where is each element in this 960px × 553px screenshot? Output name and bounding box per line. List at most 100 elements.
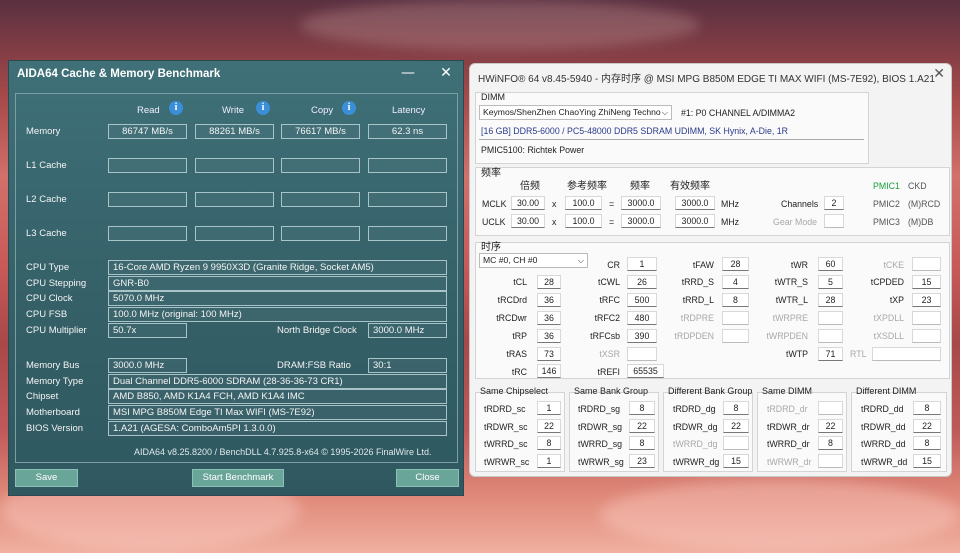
frequency-group-title: 频率 <box>481 168 501 179</box>
timing-trefi: 65535 <box>627 364 664 378</box>
dd-label: tRDWR_dd <box>861 422 906 432</box>
timing-tcke <box>912 257 941 271</box>
timing-trfcsb: 390 <box>627 329 657 343</box>
timing-label: tRP <box>512 331 527 341</box>
vendor-select[interactable]: Keymos/ShenZhen ChaoYing ZhiNeng Techno ⌵ <box>479 105 672 120</box>
timing-label: tWRPDEN <box>766 331 808 341</box>
save-button[interactable]: Save <box>15 469 78 487</box>
timing-tfaw: 28 <box>722 257 749 271</box>
minimize-button[interactable]: — <box>395 63 421 83</box>
info-icon[interactable]: i <box>342 101 356 115</box>
header-eff: 有效频率 <box>670 181 710 192</box>
dd-value: 22 <box>913 419 941 433</box>
same-chipselect-title: Same Chipselect <box>480 386 549 396</box>
start-benchmark-button[interactable]: Start Benchmark <box>192 469 284 487</box>
hwinfo-window: HWiNFO® 64 v8.45-5940 - 内存时序 @ MSI MPG B… <box>469 63 952 477</box>
timing-txsr <box>627 347 657 361</box>
same-dimm-title: Same DIMM <box>762 386 813 396</box>
motherboard-value: MSI MPG B850M Edge TI Max WIFI (MS-7E92) <box>108 405 447 420</box>
sd-label: tRDWR_dr <box>767 422 810 432</box>
sg-label: tRDWR_sg <box>578 422 622 432</box>
timing-tcpded: 15 <box>912 275 941 289</box>
close-button[interactable]: Close <box>396 469 459 487</box>
uclk-mult: 30.00 <box>511 214 545 228</box>
dd-label: tWRRD_dd <box>861 439 906 449</box>
dg-label: tRDWR_dg <box>673 422 718 432</box>
l1-copy-value <box>281 158 360 173</box>
memory-write-value: 88261 MB/s <box>195 124 274 139</box>
dram-fsb-label: DRAM:FSB Ratio <box>277 360 351 371</box>
timing-twr: 60 <box>818 257 843 271</box>
timing-label: tWTR_L <box>775 295 808 305</box>
timing-twtr-l: 28 <box>818 293 843 307</box>
mclk-x: x <box>552 199 557 209</box>
pmic3-value: (M)DB <box>908 217 934 227</box>
timing-label: tRC <box>511 367 527 377</box>
l2-latency-value <box>368 192 447 207</box>
timing-label: tXP <box>889 295 904 305</box>
uclk-eff: 3000.0 <box>675 214 715 228</box>
timing-label: tXPDLL <box>873 313 904 323</box>
l3-write-value <box>195 226 274 241</box>
bios-value: 1.A21 (AGESA: ComboAm5PI 1.3.0.0) <box>108 421 447 436</box>
row-label-memory: Memory <box>26 126 61 137</box>
mclk-unit: MHz <box>721 199 740 209</box>
sg-value: 22 <box>629 419 655 433</box>
row-label-l2: L2 Cache <box>26 194 67 205</box>
nb-clock-label: North Bridge Clock <box>277 325 357 336</box>
memory-latency-value: 62.3 ns <box>368 124 447 139</box>
timing-label: tCKE <box>883 260 904 270</box>
sd-label: tWRRD_dr <box>767 439 810 449</box>
timing-twrpden <box>818 329 843 343</box>
timing-tras: 73 <box>537 347 561 361</box>
info-icon[interactable]: i <box>256 101 270 115</box>
cpu-clock-label: CPU Clock <box>26 293 73 304</box>
slot-text: #1: P0 CHANNEL A/DIMMA2 <box>681 108 796 118</box>
header-latency: Latency <box>392 105 426 116</box>
cpu-multiplier-value: 50.7x <box>108 323 187 338</box>
timing-cr: 1 <box>627 257 657 271</box>
pmic3-label: PMIC3 <box>873 217 900 227</box>
header-freq: 频率 <box>630 181 650 192</box>
module-divider <box>479 139 864 140</box>
mc-select[interactable]: MC #0, CH #0 ⌵ <box>479 253 588 268</box>
window-title: HWiNFO® 64 v8.45-5940 - 内存时序 @ MSI MPG B… <box>478 74 935 85</box>
timing-label: tRRD_L <box>682 295 714 305</box>
timing-label: tRAS <box>506 349 527 359</box>
timing-label: CR <box>607 260 620 270</box>
mclk-freq: 3000.0 <box>621 196 661 210</box>
timing-label: tCPDED <box>870 277 904 287</box>
timing-label: tREFI <box>597 367 620 377</box>
timing-label: tWTR_S <box>774 277 808 287</box>
close-icon[interactable]: ✕ <box>933 66 945 82</box>
memory-bus-label: Memory Bus <box>26 360 80 371</box>
sd-label: tRDRD_dr <box>767 404 808 414</box>
timing-label: tFAW <box>692 260 714 270</box>
l3-latency-value <box>368 226 447 241</box>
l1-latency-value <box>368 158 447 173</box>
timing-label: tRFCsb <box>590 331 620 341</box>
dg-value <box>723 436 749 450</box>
close-icon[interactable]: ✕ <box>433 63 459 83</box>
header-ref: 参考频率 <box>567 181 607 192</box>
sg-value: 23 <box>629 454 655 468</box>
timing-label: tRCDwr <box>496 313 527 323</box>
cpu-fsb-value: 100.0 MHz (original: 100 MHz) <box>108 307 447 322</box>
nb-clock-value: 3000.0 MHz <box>368 323 447 338</box>
background-cloud <box>600 480 960 550</box>
timing-label: tRDPRE <box>680 313 714 323</box>
different-bank-group-title: Different Bank Group <box>668 386 753 396</box>
cpu-clock-value: 5070.0 MHz <box>108 291 447 306</box>
window-title: AIDA64 Cache & Memory Benchmark <box>17 68 221 80</box>
dd-label: tWRWR_dd <box>861 457 908 467</box>
timing-trrd-l: 8 <box>722 293 749 307</box>
sc-label: tWRRD_sc <box>484 439 528 449</box>
info-icon[interactable]: i <box>169 101 183 115</box>
sc-label: tRDRD_sc <box>484 404 526 414</box>
mclk-eff: 3000.0 <box>675 196 715 210</box>
timing-trdpden <box>722 329 749 343</box>
dd-value: 8 <box>913 436 941 450</box>
timing-txp: 23 <box>912 293 941 307</box>
sc-label: tWRWR_sc <box>484 457 530 467</box>
cpu-multiplier-label: CPU Multiplier <box>26 325 87 336</box>
